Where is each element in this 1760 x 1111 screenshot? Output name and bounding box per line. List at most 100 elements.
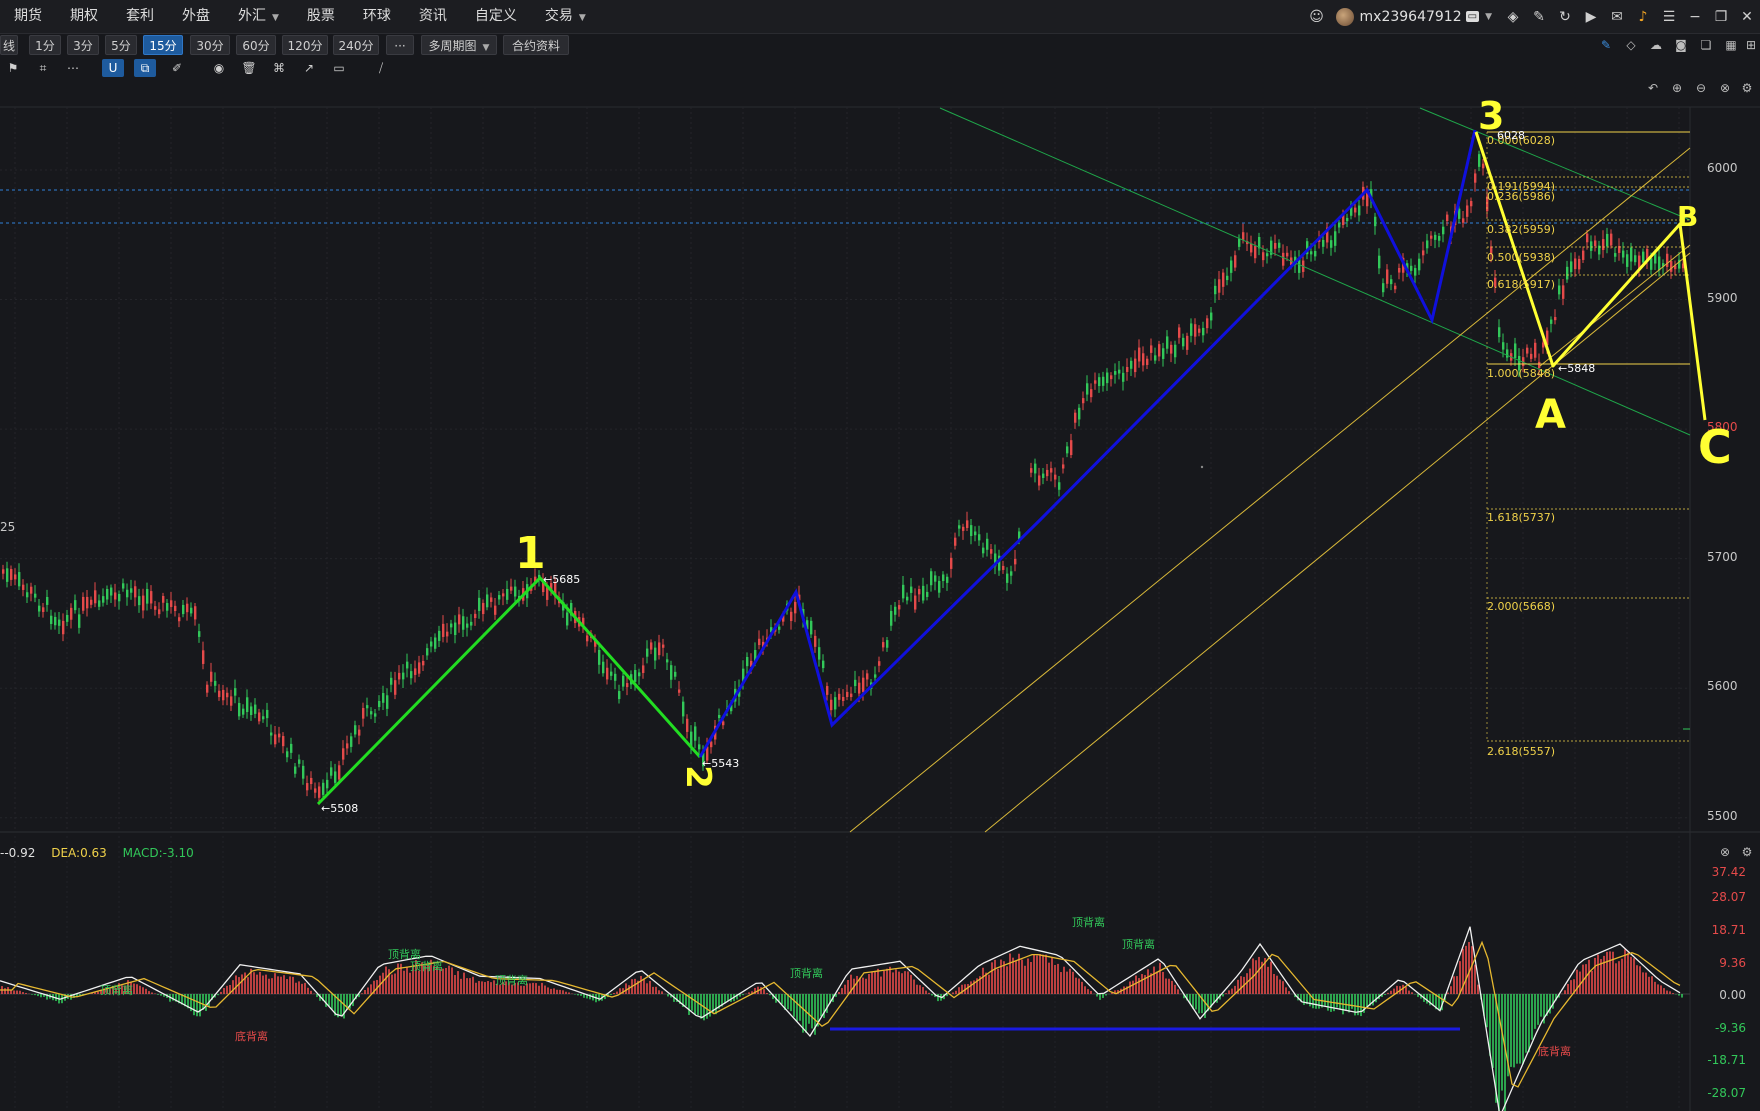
candle-body: [790, 611, 793, 621]
wave-label-C: C: [1698, 420, 1732, 474]
macd-legend: --0.92 DEA:0.63 MACD:-3.10: [0, 846, 206, 860]
candle-body: [954, 537, 957, 546]
candle-body: [1098, 377, 1101, 387]
candle-body: [338, 765, 341, 780]
candle-body: [1146, 358, 1149, 365]
candle-body: [1054, 474, 1057, 480]
candle-body: [970, 525, 973, 536]
candle-body: [178, 617, 181, 622]
candle-body: [414, 668, 417, 675]
dot-marker: [1200, 465, 1204, 469]
candle-body: [658, 642, 661, 656]
candle-body: [1526, 347, 1529, 354]
candle-body: [794, 601, 797, 614]
candle-body: [930, 571, 933, 586]
candle-body: [18, 572, 21, 587]
candle-body: [458, 614, 461, 625]
macd-axis-label: -18.71: [1707, 1053, 1746, 1067]
candle-body: [1194, 324, 1197, 337]
price-axis-label: 5500: [1707, 809, 1738, 823]
candle-body: [1158, 344, 1161, 357]
candle-body: [98, 600, 101, 607]
candle-body: [990, 549, 993, 554]
candle-body: [438, 630, 441, 641]
candle-body: [898, 605, 901, 610]
candle-body: [382, 693, 385, 703]
candle-body: [50, 615, 53, 624]
candle-body: [1442, 226, 1445, 235]
candle-body: [398, 672, 401, 680]
candle-body: [250, 706, 253, 716]
candle-body: [266, 709, 269, 719]
settings-icon[interactable]: ⚙: [1738, 843, 1756, 861]
close-circle-icon[interactable]: ⊗: [1716, 843, 1734, 861]
candle-body: [694, 726, 697, 741]
candle-body: [370, 711, 373, 715]
candle-body: [1182, 337, 1185, 347]
candle-body: [234, 688, 237, 696]
candle-body: [230, 696, 233, 706]
candle-body: [1570, 261, 1573, 273]
candle-body: [1358, 205, 1361, 216]
candle-body: [938, 580, 941, 593]
low-point-label: ←5508: [321, 802, 359, 815]
candlesticks: [2, 150, 1685, 806]
candle-body: [1574, 258, 1577, 270]
price-chart[interactable]: [0, 0, 1760, 1111]
wave-label-1: 1: [515, 528, 546, 579]
candle-body: [1462, 218, 1465, 223]
candle-body: [354, 725, 357, 735]
candle-body: [510, 586, 513, 591]
candle-body: [686, 718, 689, 732]
candle-body: [1330, 240, 1333, 248]
wave-label-B: B: [1677, 200, 1699, 233]
candle-body: [390, 677, 393, 685]
candle-body: [918, 589, 921, 595]
candle-body: [682, 701, 685, 717]
drawings: [316, 107, 1707, 833]
fib-level-label: 0.618(5917): [1487, 278, 1556, 291]
candle-body: [1250, 243, 1253, 253]
candle-body: [606, 667, 609, 680]
fib-level-label: 0.382(5959): [1487, 223, 1556, 236]
candle-body: [1274, 243, 1277, 249]
candle-body: [10, 569, 13, 580]
candle-body: [1130, 360, 1133, 369]
candle-body: [1014, 558, 1017, 565]
candle-body: [1398, 267, 1401, 273]
candle-body: [1082, 398, 1085, 404]
divergence-label: 底背离: [1538, 1045, 1571, 1058]
candle-body: [1094, 380, 1097, 384]
candle-body: [410, 671, 413, 679]
candle-body: [678, 689, 681, 693]
fib-level-label: 1.000(5848): [1487, 367, 1556, 380]
candle-body: [1422, 250, 1425, 256]
candle-body: [1622, 250, 1625, 258]
candle-body: [446, 631, 449, 637]
candle-body: [470, 621, 473, 626]
candle-body: [1122, 372, 1125, 382]
wave-label-A: A: [1535, 392, 1566, 438]
candle-body: [166, 603, 169, 611]
candle-body: [978, 534, 981, 541]
candle-body: [1238, 238, 1241, 247]
candle-body: [1322, 239, 1325, 247]
candle-body: [822, 660, 825, 669]
candle-body: [302, 765, 305, 779]
candle-body: [1590, 241, 1593, 251]
candle-body: [146, 588, 149, 604]
candle-body: [974, 531, 977, 536]
dea-text: DEA:0.63: [51, 846, 107, 860]
candle-body: [1142, 353, 1145, 366]
candle-body: [1558, 285, 1561, 295]
candle-body: [914, 595, 917, 610]
candle-body: [282, 736, 285, 747]
price-axis-label: 6000: [1707, 161, 1738, 175]
candle-body: [122, 583, 125, 589]
candle-body: [66, 614, 69, 622]
price-axis-label: 5900: [1707, 291, 1738, 305]
candle-body: [926, 591, 929, 597]
macd-value: MACD:-3.10: [123, 846, 200, 860]
candle-body: [1502, 342, 1505, 350]
candle-body: [1278, 242, 1281, 248]
